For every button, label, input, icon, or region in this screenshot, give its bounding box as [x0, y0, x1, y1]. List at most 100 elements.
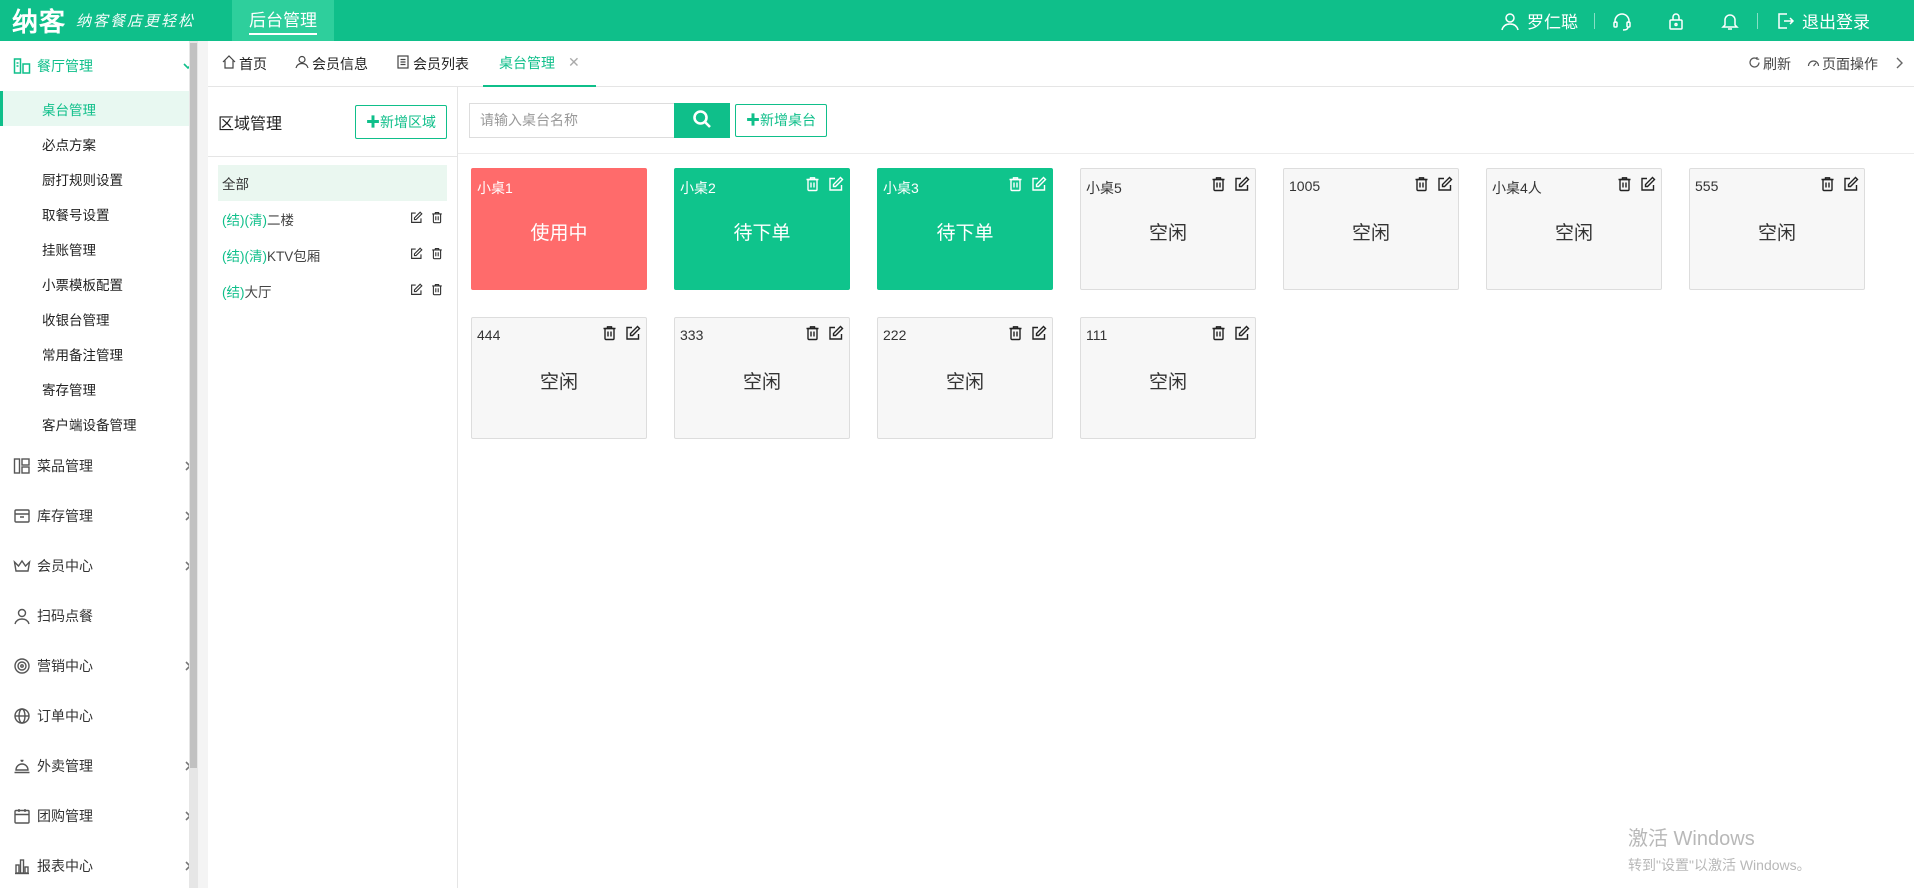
edit-icon[interactable] [1234, 176, 1250, 195]
table-actions [1008, 325, 1047, 344]
table-card[interactable]: 小桌2 待下单 [674, 168, 850, 290]
table-card[interactable]: 小桌3 待下单 [877, 168, 1053, 290]
sidebar-item[interactable]: 收银台管理 [0, 301, 198, 336]
scrollbar-thumb[interactable] [190, 43, 197, 768]
logo[interactable]: 纳客 纳客餐店更轻松 [0, 0, 232, 41]
table-card[interactable]: 444 空闲 [471, 317, 647, 439]
sidebar-group-label: 报表中心 [37, 858, 93, 874]
table-card[interactable]: 222 空闲 [877, 317, 1053, 439]
sidebar-item[interactable]: 必点方案 [0, 126, 198, 161]
edit-icon[interactable] [625, 325, 641, 344]
sidebar-group-label: 扫码点餐 [37, 608, 93, 624]
tab-table-management[interactable]: 桌台管理 ✕ [483, 41, 596, 87]
trash-icon[interactable] [1211, 176, 1226, 195]
sidebar-item[interactable]: 常用备注管理 [0, 336, 198, 371]
area-title: 区域管理 [218, 115, 283, 133]
table-card[interactable]: 小桌5 空闲 [1080, 168, 1256, 290]
tab-member-info[interactable]: 会员信息 [281, 41, 382, 87]
trash-icon[interactable] [1008, 176, 1023, 195]
table-actions [1211, 325, 1250, 344]
trash-icon[interactable] [1414, 176, 1429, 195]
trash-icon[interactable] [431, 283, 443, 299]
area-row-all[interactable]: 全部 [218, 165, 447, 201]
trash-icon[interactable] [1617, 176, 1632, 195]
notification-button[interactable] [1703, 10, 1757, 32]
trash-icon[interactable] [431, 247, 443, 263]
edit-icon[interactable] [828, 176, 844, 195]
area-row[interactable]: (结)(清) 二楼 [218, 201, 447, 237]
edit-icon[interactable] [1437, 176, 1453, 195]
tab-home[interactable]: 首页 [208, 41, 281, 87]
sidebar-item[interactable]: 小票模板配置 [0, 266, 198, 301]
trash-icon[interactable] [1820, 176, 1835, 195]
sidebar-item[interactable]: 桌台管理 [0, 91, 198, 126]
page-ops-button[interactable]: 页面操作 [1807, 54, 1878, 74]
trash-icon[interactable] [1008, 325, 1023, 344]
area-row-actions [410, 247, 447, 263]
edit-icon[interactable] [828, 325, 844, 344]
top-tab-backend[interactable]: 后台管理 [232, 0, 334, 41]
trash-icon[interactable] [805, 325, 820, 344]
table-card[interactable]: 1005 空闲 [1283, 168, 1459, 290]
sidebar-item[interactable]: 挂账管理 [0, 231, 198, 266]
edit-icon[interactable] [410, 283, 423, 299]
table-name: 小桌2 [680, 180, 716, 196]
trash-icon[interactable] [805, 176, 820, 195]
sidebar-group[interactable]: 报表中心 [0, 841, 198, 888]
table-actions [805, 325, 844, 344]
table-card[interactable]: 小桌1 使用中 [471, 168, 647, 290]
sidebar-group[interactable]: 餐厅管理 [0, 41, 198, 91]
sidebar-group[interactable]: 扫码点餐 [0, 591, 198, 641]
table-card[interactable]: 111 空闲 [1080, 317, 1256, 439]
sidebar-scrollbar[interactable] [189, 41, 198, 888]
area-row[interactable]: (结)(清) KTV包厢 [218, 237, 447, 273]
user-menu[interactable]: 罗仁聪 [1483, 8, 1594, 33]
table-card[interactable]: 333 空闲 [674, 317, 850, 439]
edit-icon[interactable] [1640, 176, 1656, 195]
sidebar-item[interactable]: 取餐号设置 [0, 196, 198, 231]
edit-icon[interactable] [1843, 176, 1859, 195]
table-status: 空闲 [742, 372, 781, 393]
close-icon[interactable]: ✕ [568, 54, 580, 71]
sidebar-group[interactable]: 团购管理 [0, 791, 198, 841]
sidebar-item[interactable]: 寄存管理 [0, 371, 198, 406]
logout-button[interactable]: 退出登录 [1758, 8, 1886, 33]
trash-icon[interactable] [1211, 325, 1226, 344]
sidebar-group-label: 库存管理 [37, 508, 93, 524]
refresh-button[interactable]: 刷新 [1748, 54, 1791, 74]
sidebar-item[interactable]: 客户端设备管理 [0, 406, 198, 441]
edit-icon[interactable] [1031, 325, 1047, 344]
edit-icon[interactable] [410, 211, 423, 227]
sidebar-group[interactable]: 营销中心 [0, 641, 198, 691]
area-row[interactable]: (结) 大厅 [218, 273, 447, 309]
search-input[interactable] [469, 102, 674, 138]
sidebar-group-label: 会员中心 [37, 558, 93, 574]
sidebar-item[interactable]: 厨打规则设置 [0, 161, 198, 196]
sidebar-group[interactable]: 外卖管理 [0, 741, 198, 791]
edit-icon[interactable] [1234, 325, 1250, 344]
table-card[interactable]: 555 空闲 [1689, 168, 1865, 290]
trash-icon[interactable] [602, 325, 617, 344]
sidebar-group[interactable]: 菜品管理 [0, 441, 198, 491]
area-rows: (结)(清) 二楼 (结)(清) KTV包厢 (结) 大厅 [218, 201, 447, 309]
sidebar-group[interactable]: 库存管理 [0, 491, 198, 541]
edit-icon[interactable] [1031, 176, 1047, 195]
tab-member-list[interactable]: 会员列表 [382, 41, 483, 87]
user-icon [12, 606, 32, 626]
area-row-actions [410, 211, 447, 227]
trash-icon[interactable] [431, 211, 443, 227]
target-icon [12, 656, 32, 676]
chevron-right-icon[interactable] [1894, 56, 1904, 72]
sidebar-group-label: 外卖管理 [37, 758, 93, 774]
sidebar-group[interactable]: 会员中心 [0, 541, 198, 591]
lock-button[interactable] [1649, 10, 1703, 32]
edit-icon[interactable] [410, 247, 423, 263]
add-area-button[interactable]: ✚新增区域 [355, 104, 447, 139]
search-button[interactable] [674, 102, 730, 138]
sidebar-group[interactable]: 订单中心 [0, 691, 198, 741]
add-table-button[interactable]: ✚新增桌台 [735, 103, 827, 137]
user-icon [295, 55, 309, 72]
crown-icon [12, 556, 32, 576]
support-button[interactable] [1595, 10, 1649, 32]
table-card[interactable]: 小桌4人 空闲 [1486, 168, 1662, 290]
